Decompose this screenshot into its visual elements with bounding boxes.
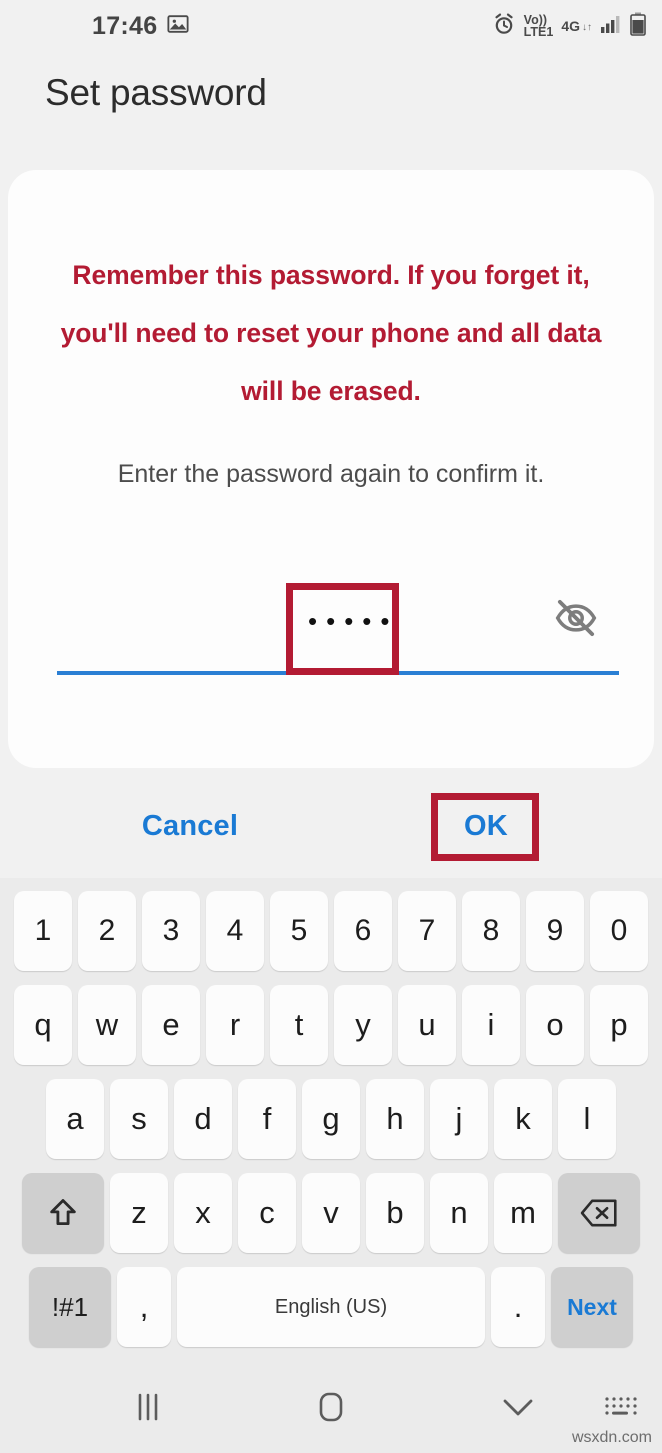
chevron-down-icon[interactable] bbox=[478, 1360, 558, 1453]
key-l[interactable]: l bbox=[558, 1079, 616, 1159]
key-v[interactable]: v bbox=[302, 1173, 360, 1253]
key-n[interactable]: n bbox=[430, 1173, 488, 1253]
dialog-action-row: Cancel OK bbox=[0, 790, 662, 868]
key-6[interactable]: 6 bbox=[334, 891, 392, 971]
key-o[interactable]: o bbox=[526, 985, 584, 1065]
key-a[interactable]: a bbox=[46, 1079, 104, 1159]
key-d[interactable]: d bbox=[174, 1079, 232, 1159]
key-q[interactable]: q bbox=[14, 985, 72, 1065]
keyboard-row-qwerty: q w e r t y u i o p bbox=[0, 978, 662, 1072]
status-bar-left: 17:46 bbox=[92, 12, 189, 41]
password-field-highlight-annotation bbox=[286, 583, 399, 675]
key-u[interactable]: u bbox=[398, 985, 456, 1065]
battery-icon bbox=[630, 12, 646, 41]
key-8[interactable]: 8 bbox=[462, 891, 520, 971]
key-x[interactable]: x bbox=[174, 1173, 232, 1253]
key-f[interactable]: f bbox=[238, 1079, 296, 1159]
key-period[interactable]: . bbox=[491, 1267, 545, 1347]
key-c[interactable]: c bbox=[238, 1173, 296, 1253]
home-icon[interactable] bbox=[291, 1360, 371, 1453]
symbols-key[interactable]: !#1 bbox=[29, 1267, 111, 1347]
key-h[interactable]: h bbox=[366, 1079, 424, 1159]
key-z[interactable]: z bbox=[110, 1173, 168, 1253]
data-arrows-icon: ↓↑ bbox=[582, 22, 592, 33]
status-bar: 17:46 Vo)) LTE1 4G ↓↑ bbox=[0, 0, 662, 52]
on-screen-keyboard: 1 2 3 4 5 6 7 8 9 0 q w e r t y u i o p … bbox=[0, 878, 662, 1360]
status-bar-right: Vo)) LTE1 4G ↓↑ bbox=[492, 0, 646, 52]
signal-bars-icon bbox=[600, 14, 622, 39]
instruction-message: Enter the password again to confirm it. bbox=[117, 460, 545, 488]
recents-icon[interactable] bbox=[108, 1360, 188, 1453]
key-p[interactable]: p bbox=[590, 985, 648, 1065]
warning-message: Remember this password. If you forget it… bbox=[60, 260, 602, 406]
key-7[interactable]: 7 bbox=[398, 891, 456, 971]
image-icon bbox=[167, 13, 189, 40]
key-m[interactable]: m bbox=[494, 1173, 552, 1253]
key-t[interactable]: t bbox=[270, 985, 328, 1065]
page-title: Set password bbox=[45, 72, 267, 113]
key-w[interactable]: w bbox=[78, 985, 136, 1065]
ok-button-highlight-annotation bbox=[431, 793, 539, 861]
eye-off-icon[interactable] bbox=[548, 590, 604, 646]
keyboard-row-numbers: 1 2 3 4 5 6 7 8 9 0 bbox=[0, 884, 662, 978]
key-j[interactable]: j bbox=[430, 1079, 488, 1159]
key-comma[interactable]: , bbox=[117, 1267, 171, 1347]
key-e[interactable]: e bbox=[142, 985, 200, 1065]
shift-icon[interactable] bbox=[22, 1173, 104, 1253]
key-9[interactable]: 9 bbox=[526, 891, 584, 971]
backspace-icon[interactable] bbox=[558, 1173, 640, 1253]
network-type-icon: 4G ↓↑ bbox=[561, 18, 592, 34]
key-r[interactable]: r bbox=[206, 985, 264, 1065]
watermark: wsxdn.com bbox=[571, 1429, 652, 1446]
space-key[interactable]: English (US) bbox=[177, 1267, 485, 1347]
key-2[interactable]: 2 bbox=[78, 891, 136, 971]
next-key[interactable]: Next bbox=[551, 1267, 633, 1347]
status-clock: 17:46 bbox=[92, 11, 158, 40]
key-3[interactable]: 3 bbox=[142, 891, 200, 971]
key-b[interactable]: b bbox=[366, 1173, 424, 1253]
key-5[interactable]: 5 bbox=[270, 891, 328, 971]
key-k[interactable]: k bbox=[494, 1079, 552, 1159]
key-1[interactable]: 1 bbox=[14, 891, 72, 971]
cancel-button[interactable]: Cancel bbox=[110, 790, 270, 862]
navigation-bar: wsxdn.com bbox=[0, 1360, 662, 1453]
alarm-icon bbox=[492, 12, 516, 41]
key-0[interactable]: 0 bbox=[590, 891, 648, 971]
key-g[interactable]: g bbox=[302, 1079, 360, 1159]
keyboard-row-zxcv: z x c v b n m bbox=[0, 1166, 662, 1260]
set-password-dialog: Remember this password. If you forget it… bbox=[8, 170, 654, 768]
volte-icon: Vo)) LTE1 bbox=[523, 12, 554, 39]
key-s[interactable]: s bbox=[110, 1079, 168, 1159]
key-4[interactable]: 4 bbox=[206, 891, 264, 971]
keyboard-row-asdf: a s d f g h j k l bbox=[0, 1072, 662, 1166]
key-y[interactable]: y bbox=[334, 985, 392, 1065]
phone-screen: 17:46 Vo)) LTE1 4G ↓↑ Set password Remem… bbox=[0, 0, 662, 1453]
keyboard-row-bottom: !#1 , English (US) . Next bbox=[0, 1260, 662, 1354]
key-i[interactable]: i bbox=[462, 985, 520, 1065]
